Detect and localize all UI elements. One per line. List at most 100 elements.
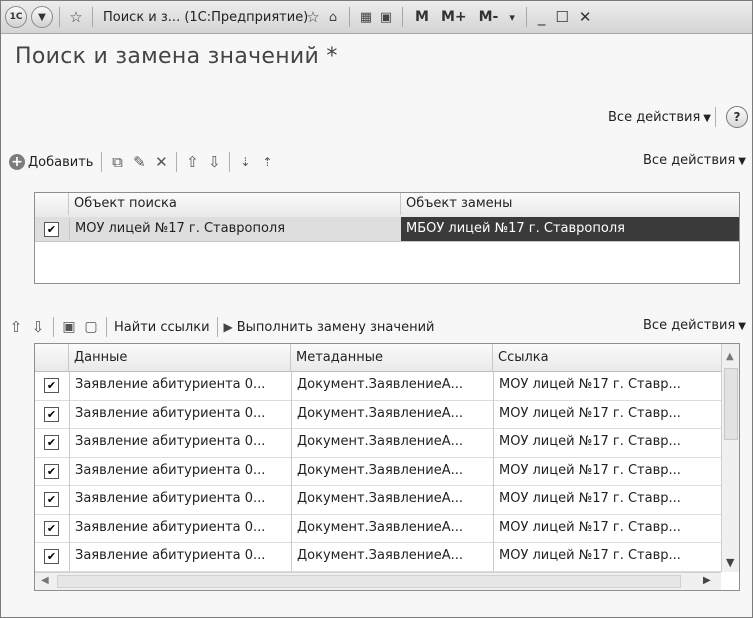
table-row[interactable]: ✔ Заявление абитуриента 0... Документ.Заяв… (35, 485, 721, 515)
app-logo-icon[interactable]: 1C (5, 6, 27, 28)
execute-replace-button[interactable]: ▶ Выполнить замену значений (222, 316, 437, 338)
search-object-cell[interactable]: МОУ лицей №17 г. Ставрополя (69, 218, 401, 240)
memory-m-button[interactable]: M (415, 9, 429, 25)
table-row[interactable]: ✔ Заявление абитуриента 0... Документ.Заяв… (35, 542, 721, 572)
page-title: Поиск и замена значений * (15, 44, 338, 69)
row-checkbox[interactable]: ✔ (44, 406, 59, 422)
metadata-cell[interactable]: Документ.ЗаявлениеА... (291, 542, 493, 571)
column-header-replace-object[interactable]: Объект замены (401, 193, 739, 215)
header-check-column (35, 344, 69, 371)
metadata-cell[interactable]: Документ.ЗаявлениеА... (291, 485, 493, 514)
separator (402, 7, 403, 27)
chevron-down-icon: ▼ (738, 321, 746, 332)
column-header-data[interactable]: Данные (69, 344, 291, 371)
link-cell[interactable]: МОУ лицей №17 г. Ставр... (493, 513, 721, 542)
add-button[interactable]: + Добавить (5, 151, 97, 173)
scroll-thumb[interactable] (724, 368, 738, 440)
sort-ascending-icon[interactable]: ⇡ (256, 151, 278, 173)
form-all-actions-button[interactable]: Все действия ▼ (608, 110, 711, 125)
chevron-down-icon[interactable]: ▾ (509, 11, 515, 24)
results-table[interactable]: Данные Метаданные Ссылка ✔ Заявление абит… (34, 343, 740, 591)
bookmark-icon[interactable]: ⌂ (323, 6, 343, 28)
row-checkbox[interactable]: ✔ (44, 492, 59, 507)
row-checkbox[interactable]: ✔ (44, 520, 59, 536)
form-actions-bar: Все действия ▼ ? (608, 106, 748, 128)
data-cell[interactable]: Заявление абитуриента 0... (69, 399, 291, 428)
row-checkbox[interactable]: ✔ (44, 222, 59, 237)
column-header-link[interactable]: Ссылка (493, 344, 721, 371)
data-cell[interactable]: Заявление абитуриента 0... (69, 485, 291, 514)
table-row[interactable]: ✔ Заявление абитуриента 0... Документ.Заяв… (35, 513, 721, 543)
separator (53, 317, 54, 337)
uncheck-all-icon[interactable]: ▢ (80, 316, 102, 338)
check-all-icon[interactable]: ▣ (58, 316, 80, 338)
row-checkbox[interactable]: ✔ (44, 549, 59, 564)
link-cell[interactable]: МОУ лицей №17 г. Ставр... (493, 371, 721, 400)
link-cell[interactable]: МОУ лицей №17 г. Ставр... (493, 542, 721, 571)
edit-icon[interactable]: ✎ (128, 151, 150, 173)
link-cell[interactable]: МОУ лицей №17 г. Ставр... (493, 456, 721, 485)
link-cell[interactable]: МОУ лицей №17 г. Ставр... (493, 428, 721, 457)
horizontal-scrollbar[interactable]: ◀ ▶ (35, 572, 721, 590)
title-bar: 1C ▼ ☆ Поиск и з... (1С:Предприятие) ☆ ⌂… (1, 1, 752, 34)
close-icon[interactable]: ✕ (579, 8, 592, 26)
minimize-icon[interactable]: _ (538, 8, 546, 26)
scroll-down-icon[interactable]: ▼ (726, 556, 734, 569)
find-links-button[interactable]: Найти ссылки (111, 316, 213, 338)
data-cell[interactable]: Заявление абитуриента 0... (69, 513, 291, 542)
move-down-icon[interactable]: ⇩ (27, 316, 49, 338)
replace-object-cell[interactable]: МБОУ лицей №17 г. Ставрополя (401, 217, 739, 241)
scroll-right-icon[interactable]: ▶ (703, 575, 711, 586)
metadata-cell[interactable]: Документ.ЗаявлениеА... (291, 428, 493, 457)
metadata-cell[interactable]: Документ.ЗаявлениеА... (291, 399, 493, 428)
metadata-cell[interactable]: Документ.ЗаявлениеА... (291, 456, 493, 485)
help-icon[interactable]: ? (726, 106, 748, 128)
table-row[interactable]: ✔ Заявление абитуриента 0... Документ.Заяв… (35, 428, 721, 458)
data-cell[interactable]: Заявление абитуриента 0... (69, 542, 291, 571)
toolbar1-all-actions-button[interactable]: Все действия ▼ (643, 153, 746, 168)
data-cell[interactable]: Заявление абитуриента 0... (69, 456, 291, 485)
form-all-actions-label: Все действия (608, 109, 701, 125)
move-up-icon[interactable]: ⇧ (5, 316, 27, 338)
scroll-thumb[interactable] (57, 575, 681, 588)
column-header-metadata[interactable]: Метаданные (291, 344, 493, 371)
vertical-scrollbar[interactable]: ▲ ▼ (721, 344, 739, 572)
calculator-icon[interactable]: ▦ (356, 6, 376, 28)
link-cell[interactable]: МОУ лицей №17 г. Ставр... (493, 485, 721, 514)
toolbar2-all-actions-label: Все действия (643, 318, 736, 333)
table-row[interactable]: ✔ Заявление абитуриента 0... Документ.Заяв… (35, 399, 721, 429)
maximize-icon[interactable]: ☐ (555, 8, 568, 26)
scroll-up-icon[interactable]: ▲ (726, 351, 734, 362)
separator (216, 317, 218, 337)
memory-minus-button[interactable]: M- (479, 9, 499, 25)
table-row[interactable]: ✔ Заявление абитуриента 0... Документ.Заяв… (35, 456, 721, 486)
star-icon[interactable]: ☆ (66, 6, 86, 28)
metadata-cell[interactable]: Документ.ЗаявлениеА... (291, 513, 493, 542)
search-replace-table[interactable]: Объект поиска Объект замены ✔ МОУ лицей … (34, 192, 740, 284)
table-row[interactable]: ✔ МОУ лицей №17 г. Ставрополя МБОУ лицей… (35, 217, 739, 242)
app-window: 1C ▼ ☆ Поиск и з... (1С:Предприятие) ☆ ⌂… (0, 0, 753, 618)
move-down-icon[interactable]: ⇩ (203, 151, 225, 173)
row-checkbox[interactable]: ✔ (44, 463, 59, 479)
move-up-icon[interactable]: ⇧ (181, 151, 203, 173)
data-cell[interactable]: Заявление абитуриента 0... (69, 371, 291, 400)
form-content: Поиск и замена значений * Все действия ▼ … (1, 34, 752, 617)
star-add-icon[interactable]: ☆ (303, 6, 323, 28)
row-checkbox[interactable]: ✔ (44, 378, 59, 393)
search-toolbar: + Добавить ⧉ ✎ ✕ ⇧ ⇩ ⇣ ⇡ (5, 150, 278, 174)
toolbar2-all-actions-button[interactable]: Все действия ▼ (643, 318, 746, 333)
column-header-search-object[interactable]: Объект поиска (69, 193, 401, 215)
calendar-icon[interactable]: ▣ (376, 6, 396, 28)
link-cell[interactable]: МОУ лицей №17 г. Ставр... (493, 399, 721, 428)
delete-icon[interactable]: ✕ (150, 151, 172, 173)
sort-descending-icon[interactable]: ⇣ (234, 151, 256, 173)
memory-plus-button[interactable]: M+ (441, 9, 467, 25)
row-checkbox[interactable]: ✔ (44, 435, 59, 450)
metadata-cell[interactable]: Документ.ЗаявлениеА... (291, 371, 493, 400)
copy-icon[interactable]: ⧉ (106, 151, 128, 173)
data-cell[interactable]: Заявление абитуриента 0... (69, 428, 291, 457)
header-check-column (35, 193, 69, 215)
menu-dropdown-icon[interactable]: ▼ (31, 6, 53, 28)
scroll-left-icon[interactable]: ◀ (41, 575, 49, 586)
table-row[interactable]: ✔ Заявление абитуриента 0... Документ.Заяв… (35, 371, 721, 401)
